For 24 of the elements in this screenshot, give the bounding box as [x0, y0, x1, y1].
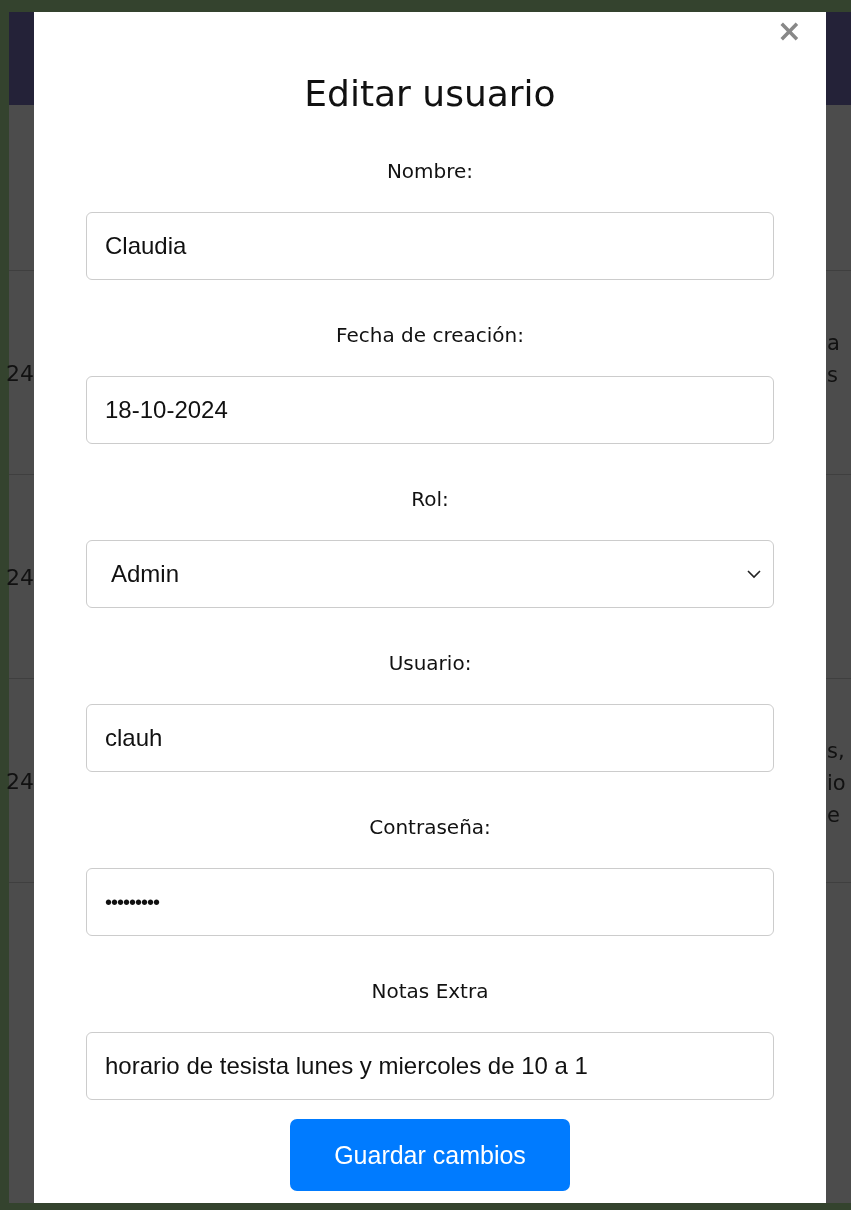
- table-cell-text: e: [827, 802, 841, 829]
- field-label: Rol:: [411, 486, 449, 513]
- table-cell: 24: [6, 361, 34, 386]
- password-field[interactable]: •••••••••: [86, 868, 774, 936]
- save-button[interactable]: Guardar cambios: [290, 1119, 570, 1191]
- field-label: Notas Extra: [371, 978, 489, 1005]
- field-label: Contraseña:: [369, 814, 491, 841]
- input-field[interactable]: 18-10-2024: [86, 376, 774, 444]
- table-cell: 24: [6, 565, 34, 590]
- table-cell-text: io: [827, 770, 846, 797]
- table-cell-text: a: [827, 330, 840, 357]
- field-label: Nombre:: [386, 158, 474, 185]
- field-label: Fecha de creación:: [336, 322, 524, 349]
- modal-title: Editar usuario: [304, 72, 556, 116]
- table-cell-text: s: [827, 362, 839, 389]
- chevron-down-icon: [747, 569, 761, 579]
- input-field[interactable]: clauh: [86, 704, 774, 772]
- input-field[interactable]: horario de tesista lunes y miercoles de 10 a 1: [86, 1032, 774, 1100]
- field-label: Usuario:: [388, 650, 472, 677]
- input-field[interactable]: Claudia: [86, 212, 774, 280]
- select-field[interactable]: Admin: [86, 540, 774, 608]
- close-button[interactable]: ×: [776, 16, 802, 46]
- table-cell: 24: [6, 769, 34, 794]
- table-cell-text: s,: [827, 738, 846, 765]
